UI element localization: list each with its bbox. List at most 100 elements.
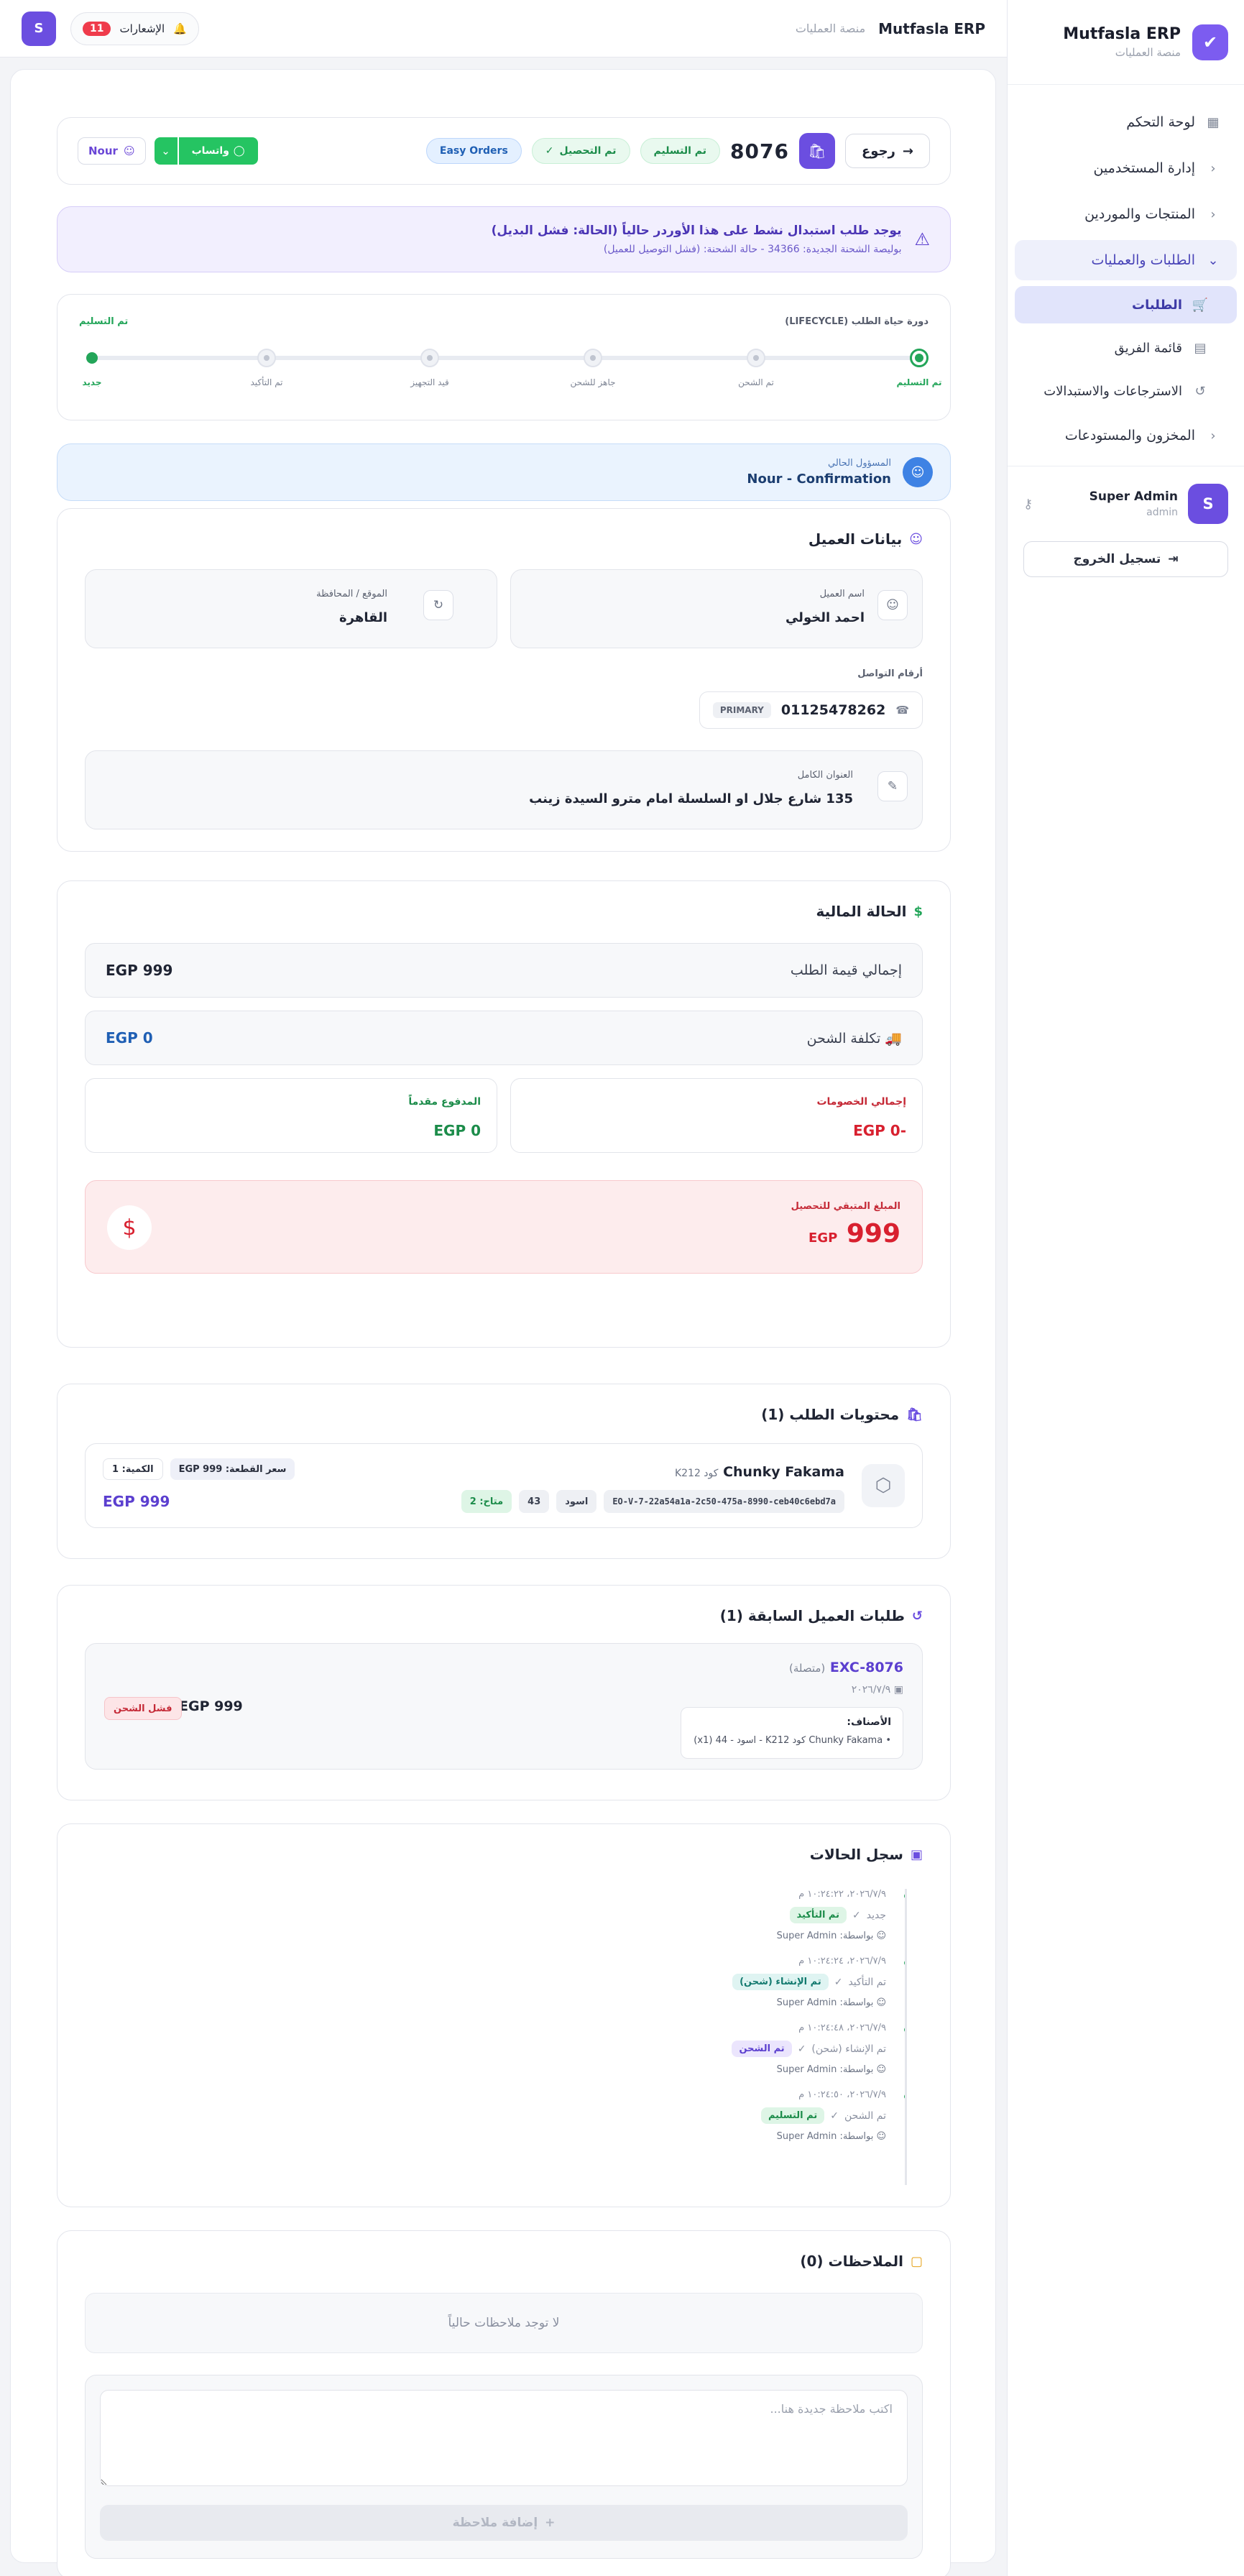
order-items-card: 🛍 محتويات الطلب (1) ⬡ Chunky Fakama كود … [57,1384,951,1559]
shopping-bag-icon: 🛍 [798,133,835,169]
assignee-button[interactable]: Nour ☺ [78,137,146,165]
user-role: admin [1146,507,1178,518]
to-status: تم التأكيد [789,1907,847,1923]
amount-due-box: المبلغ المتبقي للتحصيل EGP 999 $ [85,1180,923,1274]
region-value: القاهرة [339,610,387,625]
order-lifecycle: دورة حياة الطلب (LIFECYCLE) تم التسليم ت… [57,294,951,420]
whatsapp-button[interactable]: واتساب ◯ [178,137,258,165]
address-box: ✎ العنوان الكامل 135 شارع جلال او السلسل… [85,750,923,829]
sidebar-item-inventory[interactable]: ‹ المخزون والمستودعات [1015,415,1237,456]
add-note-label: إضافة ملاحظة [452,2516,538,2530]
from-status: تم الشحن [844,2110,886,2122]
user-menu-button[interactable]: S [22,11,56,46]
list-item: ⬡ Chunky Fakama كود K212 EO-V-7-22a54a1a… [85,1443,923,1528]
user-icon: ☺ [873,2064,886,2075]
responsible-value: Nour - Confirmation [747,472,891,487]
due-currency: EGP [808,1230,838,1246]
sidebar-user: S Super Admin admin ⚷ [1008,466,1244,524]
color-tag: اسود [556,1490,597,1513]
refresh-icon[interactable]: ↻ [423,590,453,620]
phone-row[interactable]: ☎ 01125478262 PRIMARY [699,691,923,729]
shipping-label: تكلفة الشحن [806,1030,881,1046]
logout-label: تسجيل الخروج [1073,552,1161,566]
dollar-icon: $ [107,1205,152,1250]
alert-title: يوجد طلب استبدال نشط على هذا الأوردر حال… [491,224,902,238]
check-icon: ✓ [545,145,554,157]
main-content: → رجوع 🛍 8076 تم التسليم تم التحصيل ✓ Ea… [10,69,996,2576]
notes-empty-state: لا توجد ملاحظات حالياً [85,2293,923,2353]
from-status: تم الإنشاء (شحن) [811,2043,886,2055]
source-badge: Easy Orders [425,138,522,164]
note-textarea[interactable] [100,2390,908,2486]
lifecycle-label: جديد [82,377,102,387]
user-plus-icon[interactable]: ☺ [903,457,933,487]
phone-icon: ☎ [895,704,909,717]
sidebar-item-products[interactable]: ‹ المنتجات والموردين [1015,194,1237,234]
due-amount: 999 [846,1219,900,1248]
sidebar-item-team-list[interactable]: ▤ قائمة الفريق [1015,329,1237,367]
key-icon[interactable]: ⚷ [1023,497,1033,512]
lifecycle-step-shipped [747,349,765,367]
assignee-label: Nour [88,144,118,157]
previous-order-items: الأصناف: • Chunky Fakama كود K212 - اسود… [681,1707,903,1759]
user-icon: ☺ [873,1931,886,1941]
history-event: ٢٠٢٦/٧/٩، ١٠:٢٤:٢٤ م تم التأكيد ✓ تم الإنش… [619,1956,905,2008]
dollar-icon: $ [913,903,923,919]
discount-label: إجمالي الخصومات [816,1096,906,1108]
total-label: إجمالي قيمة الطلب [790,962,902,978]
lifecycle-track: تم التسليم تم الشحن جاهز للشحن قيد التجه… [79,334,942,387]
discount-box: إجمالي الخصومات EGP 0- [510,1078,923,1153]
sidebar-item-orders-ops[interactable]: ⌄ الطلبات والعمليات [1015,240,1237,280]
edit-icon[interactable]: ✎ [877,771,908,801]
event-by: بواسطة: Super Admin [776,1931,874,1941]
lifecycle-step-preparing [420,349,439,367]
brand-subtitle: منصة العمليات [1115,46,1181,59]
from-status: جديد [866,1909,886,1921]
previous-order-item[interactable]: EXC-8076 (متصلة) ▣ ٢٠٢٦/٧/٩ الأصناف: • C… [85,1643,923,1770]
add-note-button[interactable]: + إضافة ملاحظة [100,2505,908,2541]
bag-icon: 🛍 [906,1407,923,1422]
whatsapp-dropdown-button[interactable]: ⌄ [154,137,178,165]
due-label: المبلغ المتبقي للتحصيل [791,1201,900,1212]
sidebar-item-dashboard[interactable]: ▦ لوحة التحكم [1015,102,1237,142]
sidebar-item-label: المنتجات والموردين [1084,206,1195,222]
total-row: إجمالي قيمة الطلب EGP 999 [85,943,923,998]
arrow-right-icon: → [902,143,913,159]
sidebar-item-orders[interactable]: 🛒 الطلبات [1015,286,1237,323]
event-date: ٢٠٢٦/٧/٩، ١٠:٢٤:٥٠ م [798,2089,886,2100]
previous-order-code[interactable]: EXC-8076 [830,1660,903,1675]
sidebar-item-returns[interactable]: ↺ الاسترجاعات والاستبدالات [1015,372,1237,410]
sidebar-item-label: الطلبات [1131,297,1182,313]
logout-button[interactable]: ⇥ تسجيل الخروج [1023,541,1228,577]
lifecycle-label: تم الشحن [738,377,774,387]
address-label: العنوان الكامل [797,770,853,781]
primary-badge: PRIMARY [712,702,771,718]
back-label: رجوع [861,143,895,159]
section-title: الملاحظات (0) [800,2253,903,2270]
user-icon: ☺ [909,531,923,547]
sidebar-item-label: الاسترجاعات والاستبدالات [1043,383,1182,399]
responsible-label: المسؤول الحالي [828,458,891,469]
finance-card: $ الحالة المالية إجمالي قيمة الطلب EGP 9… [57,880,951,1348]
sidebar-nav: ▦ لوحة التحكم ‹ إدارة المستخدمين ‹ المنت… [1008,85,1244,456]
user-icon: ☺ [877,590,908,620]
product-code: كود K212 [674,1468,719,1479]
qty-tag: الكمية: 1 [103,1458,163,1480]
user-name: Super Admin [1089,489,1178,504]
order-header: → رجوع 🛍 8076 تم التسليم تم التحصيل ✓ Ea… [57,117,951,185]
section-title: الحالة المالية [816,903,907,920]
lifecycle-step-confirmed [257,349,276,367]
sidebar-item-users[interactable]: ‹ إدارة المستخدمين [1015,148,1237,188]
notifications-button[interactable]: 11 الإشعارات 🔔 [70,12,199,45]
due-value: EGP 999 [107,1219,900,1248]
shipping-row: 🚚 تكلفة الشحن EGP 0 [85,1011,923,1065]
sidebar-item-label: المخزون والمستودعات [1064,428,1195,443]
previous-order-date: ٢٠٢٦/٧/٩ [851,1684,891,1696]
back-button[interactable]: → رجوع [844,134,930,168]
items-title: الأصناف: [847,1716,891,1728]
chevron-left-icon: ‹ [1210,206,1216,222]
app-title: Mutfasla ERP [878,19,985,37]
note-composer: + إضافة ملاحظة [85,2375,923,2559]
lifecycle-current: تم التسليم [79,316,129,327]
lifecycle-title: دورة حياة الطلب (LIFECYCLE) [785,316,929,327]
